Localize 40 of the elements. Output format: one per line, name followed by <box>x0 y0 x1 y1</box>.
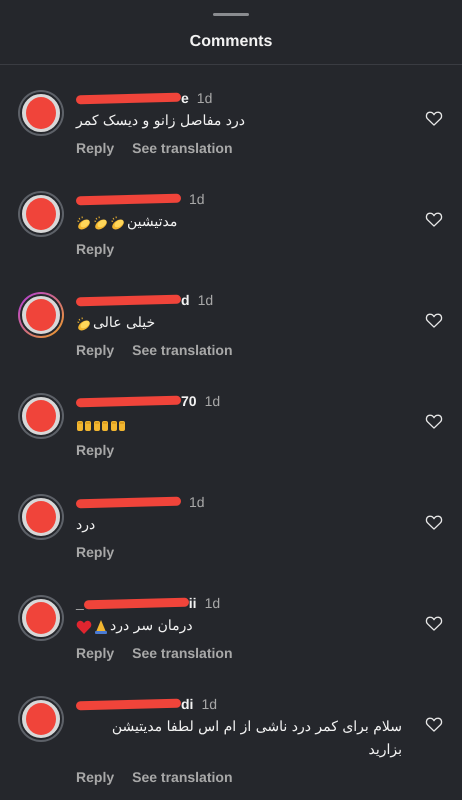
reply-link[interactable]: Reply <box>76 544 114 560</box>
translation-link[interactable]: See translation <box>132 342 232 358</box>
reply-link[interactable]: Reply <box>76 241 114 257</box>
avatar[interactable] <box>18 292 64 338</box>
comment-text: درمان سر درد <box>110 617 193 636</box>
translation-link[interactable]: See translation <box>132 769 232 785</box>
comment-text: سلام برای کمر درد ناشی از ام اس لطفا مدیتیشن بزارید <box>110 718 402 760</box>
translation-link[interactable]: See translation <box>132 645 232 661</box>
username[interactable]: ii <box>188 595 197 611</box>
username[interactable]: _ <box>76 595 84 611</box>
translation-link[interactable]: See translation <box>132 140 232 156</box>
comment-time: 1d <box>189 191 205 207</box>
reply-link[interactable]: Reply <box>76 442 114 458</box>
comment-time: 1d <box>198 292 214 308</box>
avatar[interactable] <box>18 191 64 237</box>
comment-time: 1d <box>201 696 218 712</box>
avatar[interactable] <box>18 595 64 641</box>
comment-time: 1d <box>204 595 220 611</box>
heart-emoji-icon <box>76 618 92 634</box>
comment-text: درد مفاصل زانو و دیسک کمر <box>76 112 245 131</box>
reply-link[interactable]: Reply <box>76 769 114 785</box>
comment-time: 1d <box>189 494 205 510</box>
username[interactable]: 70 <box>181 393 197 409</box>
comment-text: درد <box>76 516 96 535</box>
username[interactable]: e <box>181 90 189 106</box>
avatar[interactable] <box>18 393 64 439</box>
username[interactable]: di <box>181 696 194 712</box>
comment-time: 1d <box>196 90 212 106</box>
username[interactable]: d <box>181 292 190 308</box>
drag-handle[interactable] <box>213 13 249 16</box>
avatar[interactable] <box>18 90 64 136</box>
comment-text: خیلی عالی <box>93 314 156 333</box>
avatar[interactable] <box>18 494 64 540</box>
reply-link[interactable]: Reply <box>76 140 114 156</box>
reply-link[interactable]: Reply <box>76 342 114 358</box>
comment-text: مدتیشین <box>127 213 178 232</box>
comment-time: 1d <box>204 393 220 409</box>
sheet-title: Comments <box>0 16 462 65</box>
avatar[interactable] <box>18 696 64 742</box>
reply-link[interactable]: Reply <box>76 645 114 661</box>
